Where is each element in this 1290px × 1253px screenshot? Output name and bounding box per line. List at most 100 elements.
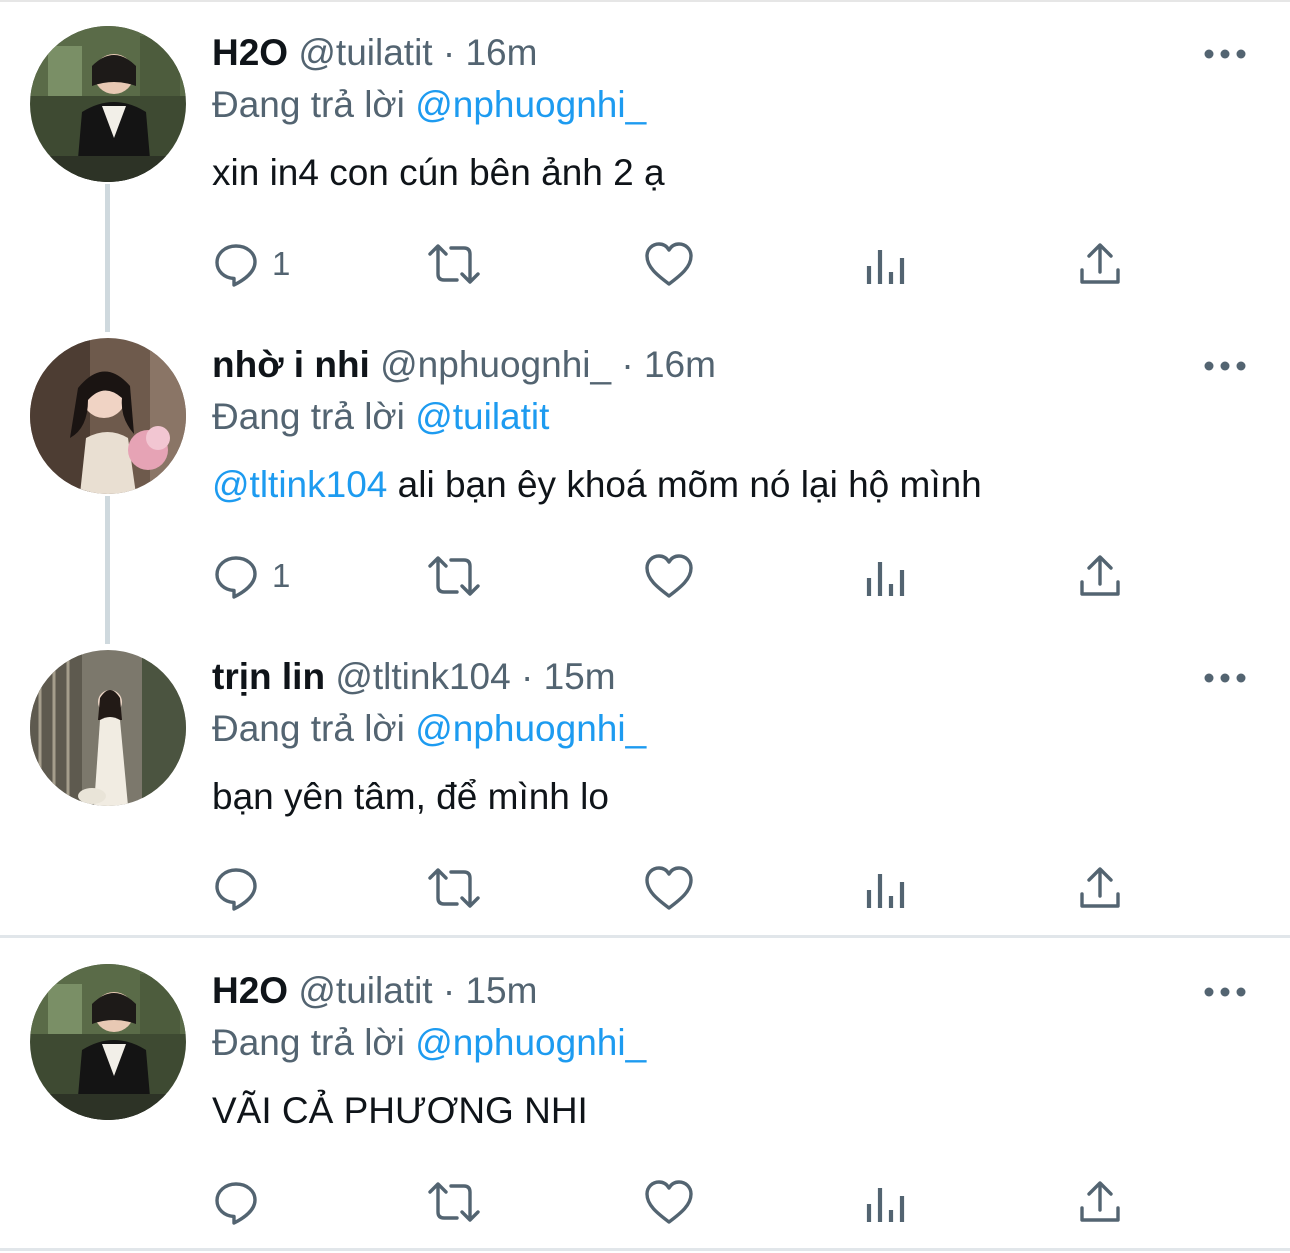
tweet-header: H2O @tuilatit · 16m bbox=[212, 30, 537, 76]
action-bar: 1 bbox=[212, 236, 1132, 292]
share-button[interactable] bbox=[1078, 860, 1122, 916]
share-button[interactable] bbox=[1078, 548, 1122, 604]
reply-count: 1 bbox=[272, 245, 291, 282]
thread-line bbox=[105, 184, 110, 332]
like-button[interactable] bbox=[644, 860, 696, 916]
like-icon bbox=[645, 242, 693, 286]
text-content: bạn yên tâm, để mình lo bbox=[212, 776, 609, 817]
reply-icon bbox=[215, 1182, 257, 1225]
separator-dot: · bbox=[442, 32, 456, 73]
like-icon bbox=[645, 1180, 693, 1224]
tweet-header: H2O @tuilatit · 15m bbox=[212, 968, 537, 1014]
timestamp[interactable]: 15m bbox=[544, 656, 616, 697]
views-icon bbox=[866, 874, 905, 908]
tweet-1[interactable]: H2O @tuilatit · 16m Đang trả lời @nphuog… bbox=[0, 0, 1290, 332]
views-icon bbox=[866, 250, 905, 284]
reply-context: Đang trả lời @nphuognhi_ bbox=[212, 706, 646, 752]
display-name[interactable]: H2O bbox=[212, 970, 288, 1011]
handle[interactable]: @tuilatit bbox=[298, 970, 432, 1011]
handle[interactable]: @tltink104 bbox=[335, 656, 510, 697]
reply-context: Đang trả lời @nphuognhi_ bbox=[212, 1020, 646, 1066]
share-icon bbox=[1080, 867, 1120, 908]
display-name[interactable]: H2O bbox=[212, 32, 288, 73]
reply-button[interactable]: 1 bbox=[212, 236, 312, 292]
views-button[interactable] bbox=[864, 548, 908, 604]
handle[interactable]: @nphuognhi_ bbox=[380, 344, 611, 385]
action-bar bbox=[212, 1174, 1132, 1230]
tweet-4[interactable]: H2O @tuilatit · 15m Đang trả lời @nphuog… bbox=[0, 938, 1290, 1250]
thread-line bbox=[105, 496, 110, 644]
action-bar bbox=[212, 860, 1132, 916]
text-content: VÃI CẢ PHƯƠNG NHI bbox=[212, 1090, 588, 1131]
reply-context: Đang trả lời @tuilatit bbox=[212, 394, 549, 440]
retweet-button[interactable] bbox=[426, 236, 486, 292]
avatar[interactable] bbox=[30, 26, 186, 182]
avatar[interactable] bbox=[30, 338, 186, 494]
reply-to-mention[interactable]: @nphuognhi_ bbox=[415, 1022, 646, 1063]
reply-to-mention[interactable]: @nphuognhi_ bbox=[415, 708, 646, 749]
retweet-icon bbox=[428, 244, 480, 284]
separator-dot: · bbox=[442, 970, 456, 1011]
views-icon bbox=[866, 562, 905, 596]
views-icon bbox=[866, 1188, 905, 1222]
reply-prefix: Đang trả lời bbox=[212, 1022, 405, 1063]
text-content: ali bạn êy khoá mõm nó lại hộ mình bbox=[387, 464, 982, 505]
share-button[interactable] bbox=[1078, 236, 1122, 292]
reply-button[interactable] bbox=[212, 860, 312, 916]
retweet-button[interactable] bbox=[426, 860, 486, 916]
like-button[interactable] bbox=[644, 236, 696, 292]
like-button[interactable] bbox=[644, 548, 696, 604]
retweet-icon bbox=[428, 1182, 480, 1222]
share-icon bbox=[1080, 555, 1120, 596]
reply-button[interactable] bbox=[212, 1174, 312, 1230]
views-button[interactable] bbox=[864, 1174, 908, 1230]
handle[interactable]: @tuilatit bbox=[298, 32, 432, 73]
avatar[interactable] bbox=[30, 650, 186, 806]
more-icon[interactable] bbox=[1200, 346, 1250, 386]
share-icon bbox=[1080, 1181, 1120, 1222]
reply-context: Đang trả lời @nphuognhi_ bbox=[212, 82, 646, 128]
like-icon bbox=[645, 866, 693, 910]
more-icon[interactable] bbox=[1200, 658, 1250, 698]
retweet-icon bbox=[428, 556, 480, 596]
timestamp[interactable]: 15m bbox=[465, 970, 537, 1011]
retweet-icon bbox=[428, 868, 480, 908]
retweet-button[interactable] bbox=[426, 1174, 486, 1230]
separator-dot: · bbox=[621, 344, 634, 385]
reply-to-mention[interactable]: @tuilatit bbox=[415, 396, 549, 437]
more-icon[interactable] bbox=[1200, 972, 1250, 1012]
views-button[interactable] bbox=[864, 236, 908, 292]
share-button[interactable] bbox=[1078, 1174, 1122, 1230]
text-mention[interactable]: @tltink104 bbox=[212, 464, 387, 505]
tweet-3[interactable]: trịn lin @tltink104 · 15m Đang trả lời @… bbox=[0, 624, 1290, 936]
tweet-2[interactable]: nhờ i nhi @nphuognhi_ · 16m Đang trả lời… bbox=[0, 312, 1290, 644]
tweet-header: trịn lin @tltink104 · 15m bbox=[212, 654, 616, 700]
display-name[interactable]: nhờ i nhi bbox=[212, 344, 370, 385]
action-bar: 1 bbox=[212, 548, 1132, 604]
more-icon[interactable] bbox=[1200, 34, 1250, 74]
reply-prefix: Đang trả lời bbox=[212, 708, 405, 749]
like-button[interactable] bbox=[644, 1174, 696, 1230]
views-button[interactable] bbox=[864, 860, 908, 916]
separator-dot: · bbox=[520, 656, 534, 697]
reply-count: 1 bbox=[272, 557, 291, 594]
tweet-divider bbox=[0, 1248, 1290, 1251]
reply-to-mention[interactable]: @nphuognhi_ bbox=[415, 84, 646, 125]
timestamp[interactable]: 16m bbox=[644, 344, 716, 385]
text-content: xin in4 con cún bên ảnh 2 ạ bbox=[212, 152, 665, 193]
avatar[interactable] bbox=[30, 964, 186, 1120]
tweet-header: nhờ i nhi @nphuognhi_ · 16m bbox=[212, 342, 716, 388]
like-icon bbox=[645, 554, 693, 598]
reply-prefix: Đang trả lời bbox=[212, 84, 405, 125]
reply-icon bbox=[215, 868, 257, 911]
display-name[interactable]: trịn lin bbox=[212, 656, 325, 697]
retweet-button[interactable] bbox=[426, 548, 486, 604]
reply-button[interactable]: 1 bbox=[212, 548, 312, 604]
share-icon bbox=[1080, 243, 1120, 284]
timestamp[interactable]: 16m bbox=[465, 32, 537, 73]
tweet-text: VÃI CẢ PHƯƠNG NHI bbox=[212, 1088, 588, 1134]
reply-icon bbox=[215, 244, 257, 287]
tweet-text: xin in4 con cún bên ảnh 2 ạ bbox=[212, 150, 665, 196]
tweet-text: bạn yên tâm, để mình lo bbox=[212, 774, 609, 820]
tweet-text: @tltink104 ali bạn êy khoá mõm nó lại hộ… bbox=[212, 462, 982, 508]
